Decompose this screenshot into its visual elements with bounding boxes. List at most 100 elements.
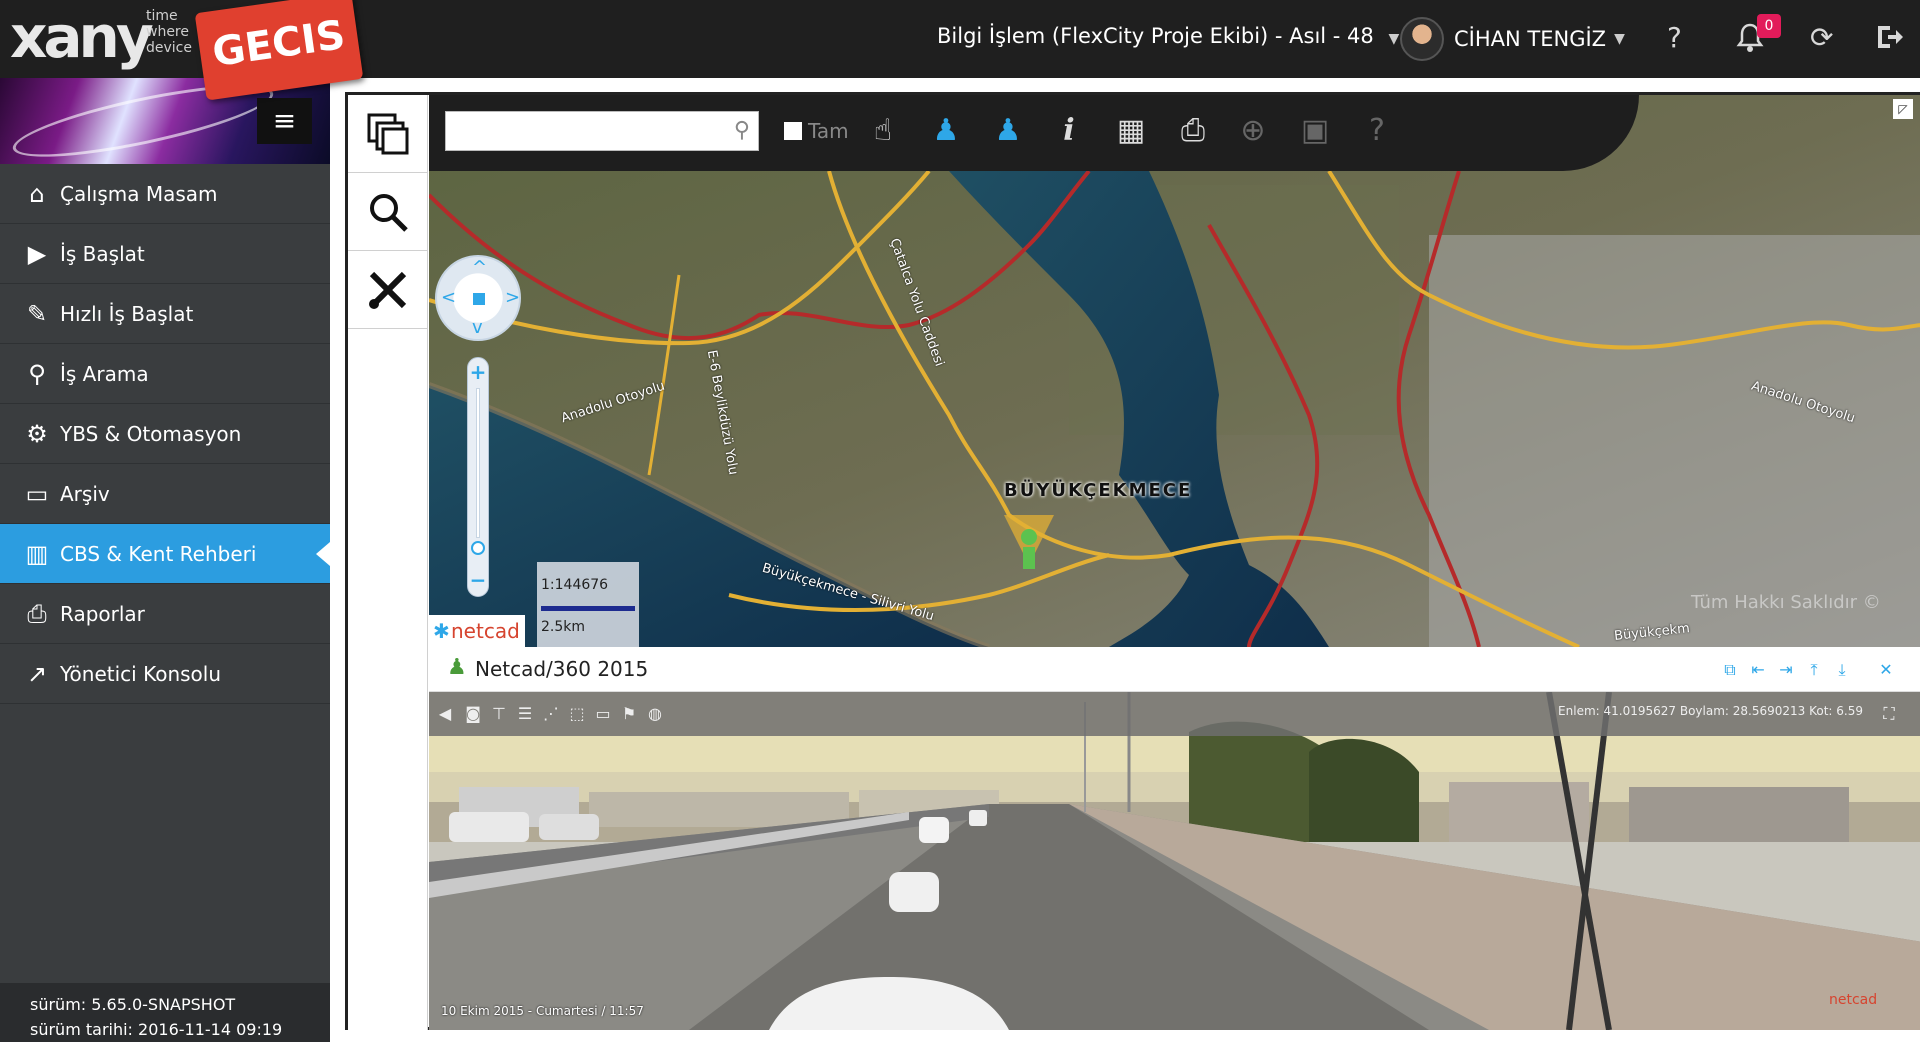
map-icon: ▥ xyxy=(25,539,49,568)
dock-right-icon[interactable]: ⇥ xyxy=(1775,659,1797,681)
street-view-person-icon[interactable]: ♟ xyxy=(986,109,1030,153)
street-view-person-icon[interactable]: ♟ xyxy=(924,109,968,153)
eraser-brush-icon[interactable]: ▦ xyxy=(1109,109,1153,153)
checkbox-icon[interactable] xyxy=(784,122,802,140)
pano-coordinates: Enlem: 41.0195627 Boylam: 28.5690213 Kot… xyxy=(1558,704,1863,718)
logo-text: xany xyxy=(10,3,154,71)
sidebar-item-arsiv[interactable]: ▭ Arşiv xyxy=(0,464,330,524)
left-toolbar xyxy=(348,95,428,1030)
fullscreen-icon[interactable]: ⛶ xyxy=(1877,702,1901,726)
help-icon[interactable]: ? xyxy=(1667,22,1682,54)
layers-icon[interactable] xyxy=(348,95,428,173)
pano-toolbar: ◀ ◙ ⊤ ☰ ⋰ ⬚ ▭ ⚑ ◍ Enlem: 41.0195627 Boyl… xyxy=(429,692,1920,736)
home-icon: ⌂ xyxy=(29,179,45,208)
printer-icon: ⎙ xyxy=(27,599,47,628)
zoom-in-icon[interactable]: + xyxy=(468,360,488,384)
sidebar-item-is-baslat[interactable]: ▶ İş Başlat xyxy=(0,224,330,284)
sidebar-item-ybs-otomasyon[interactable]: ⚙ YBS & Otomasyon xyxy=(0,404,330,464)
sidebar-item-label: YBS & Otomasyon xyxy=(60,421,242,446)
place-label: BÜYÜKÇEKMECE xyxy=(1004,480,1193,501)
sidebar-item-yonetici-konsolu[interactable]: ↗ Yönetici Konsolu xyxy=(0,644,330,704)
content-frame: BÜYÜKÇEKMECE Anadolu Otoyolu Çatalca Yol… xyxy=(345,92,1920,1030)
tools-icon[interactable] xyxy=(348,251,428,329)
logo-tagline: time where device xyxy=(146,8,192,56)
pan-right-icon[interactable]: > xyxy=(505,287,520,308)
search-icon[interactable] xyxy=(348,173,428,251)
logout-icon[interactable] xyxy=(1874,22,1904,59)
chevron-down-icon: ▼ xyxy=(1614,31,1625,47)
notification-badge[interactable]: 0 xyxy=(1757,14,1781,38)
pano-title: Netcad/360 2015 xyxy=(475,657,649,681)
sidebar-item-calisma-masam[interactable]: ⌂ Çalışma Masam xyxy=(0,164,330,224)
map-view[interactable]: BÜYÜKÇEKMECE Anadolu Otoyolu Çatalca Yol… xyxy=(429,95,1920,647)
dock-bottom-icon[interactable]: ⤓ xyxy=(1831,659,1853,681)
sidebar-item-label: Yönetici Konsolu xyxy=(60,661,222,686)
globe-icon[interactable]: ◍ xyxy=(643,702,667,726)
pan-up-icon[interactable]: ^ xyxy=(472,257,487,278)
zoom-handle[interactable] xyxy=(471,541,485,555)
dock-left-icon[interactable]: ⇤ xyxy=(1747,659,1769,681)
scale-distance: 2.5km xyxy=(541,619,586,635)
sidebar-item-label: Raporlar xyxy=(60,601,145,626)
pano-view[interactable]: ◀ ◙ ⊤ ☰ ⋰ ⬚ ▭ ⚑ ◍ Enlem: 41.0195627 Boyl… xyxy=(429,692,1920,1030)
gear-icon: ⚙ xyxy=(26,419,48,448)
area-measure-icon[interactable]: ⬚ xyxy=(565,702,589,726)
avatar xyxy=(1400,17,1444,61)
pan-left-icon[interactable]: < xyxy=(441,287,456,308)
print-icon[interactable]: ⎙ xyxy=(1171,109,1215,153)
tam-label: Tam xyxy=(808,119,849,143)
pano-imagery xyxy=(429,692,1920,1030)
search-icon[interactable]: ⚲ xyxy=(734,118,750,143)
refresh-icon[interactable]: ⟳ xyxy=(1810,22,1833,54)
sidebar: ≡ ⌂ Çalışma Masam ▶ İş Başlat ✎ Hızlı İş… xyxy=(0,78,330,1042)
pano-panel-header: ♟ Netcad/360 2015 ⧉ ⇤ ⇥ ⤒ ⤓ ✕ xyxy=(429,647,1920,692)
pan-center-icon[interactable] xyxy=(473,293,485,305)
scale-ratio: 1:144676 xyxy=(541,577,609,593)
project-selector[interactable]: Bilgi İşlem (FlexCity Proje Ekibi) - Ası… xyxy=(937,24,1399,48)
sidebar-item-label: Hızlı İş Başlat xyxy=(60,301,194,326)
camera-icon[interactable]: ◙ xyxy=(461,702,485,726)
map-search-input[interactable]: ⚲ xyxy=(445,111,759,151)
image-icon[interactable]: ▣ xyxy=(1293,109,1337,153)
pan-hand-icon[interactable]: ☝ xyxy=(861,109,905,153)
tam-checkbox[interactable]: Tam xyxy=(784,119,849,143)
point-measure-icon[interactable]: ⋰ xyxy=(539,702,563,726)
sidebar-item-hizli-is-baslat[interactable]: ✎ Hızlı İş Başlat xyxy=(0,284,330,344)
search-icon: ⚲ xyxy=(28,359,46,388)
pan-control[interactable]: ^ v < > xyxy=(435,255,521,341)
sidebar-item-cbs-kent-rehberi[interactable]: ▥ CBS & Kent Rehberi xyxy=(0,524,330,584)
close-icon[interactable]: ✕ xyxy=(1875,659,1897,681)
info-icon[interactable]: i xyxy=(1047,109,1091,153)
sidebar-item-label: Çalışma Masam xyxy=(60,181,218,206)
chevron-down-icon: ▼ xyxy=(1388,31,1400,47)
zoom-slider[interactable]: + − xyxy=(467,357,489,597)
pin-icon[interactable]: ⚑ xyxy=(617,702,641,726)
version-info: sürüm: 5.65.0-SNAPSHOT sürüm tarihi: 201… xyxy=(0,983,330,1042)
compass-icon[interactable]: ⊕ xyxy=(1231,109,1275,153)
top-bar: xany time where device GECIS Bilgi İşlem… xyxy=(0,0,1920,101)
help-icon[interactable]: ? xyxy=(1355,109,1399,153)
restore-window-icon[interactable]: ⧉ xyxy=(1719,659,1741,681)
map-copyright: Tüm Hakkı Saklıdır © xyxy=(1691,592,1881,613)
zoom-track[interactable] xyxy=(476,388,480,538)
netcad-logo: netcad xyxy=(429,615,525,647)
pan-down-icon[interactable]: v xyxy=(472,317,483,338)
user-menu[interactable]: CİHAN TENGİZ ▼ xyxy=(1400,16,1625,62)
sidebar-item-label: İş Başlat xyxy=(60,241,145,266)
sidebar-item-raporlar[interactable]: ⎙ Raporlar xyxy=(0,584,330,644)
back-arrow-icon[interactable]: ◀ xyxy=(433,702,457,726)
hamburger-menu-icon[interactable]: ≡ xyxy=(257,98,312,144)
search-input[interactable] xyxy=(446,112,716,148)
sidebar-item-is-arama[interactable]: ⚲ İş Arama xyxy=(0,344,330,404)
collapse-corner-icon[interactable]: ◸ xyxy=(1893,99,1913,119)
map-toolbar: ⚲ Tam ☝ ♟ ♟ i ▦ ⎙ ⊕ ▣ ? xyxy=(429,95,1639,171)
zoom-out-icon[interactable]: − xyxy=(468,568,488,592)
environment-stamp: GECIS xyxy=(194,0,364,101)
scale-box: 1:144676 2.5km xyxy=(537,562,639,647)
list-measure-icon[interactable]: ☰ xyxy=(513,702,537,726)
height-measure-icon[interactable]: ⊤ xyxy=(487,702,511,726)
line-chart-icon: ↗ xyxy=(26,659,48,688)
box-select-icon[interactable]: ▭ xyxy=(591,702,615,726)
dock-top-icon[interactable]: ⤒ xyxy=(1803,659,1825,681)
netcad-watermark: netcad xyxy=(1829,992,1878,1008)
